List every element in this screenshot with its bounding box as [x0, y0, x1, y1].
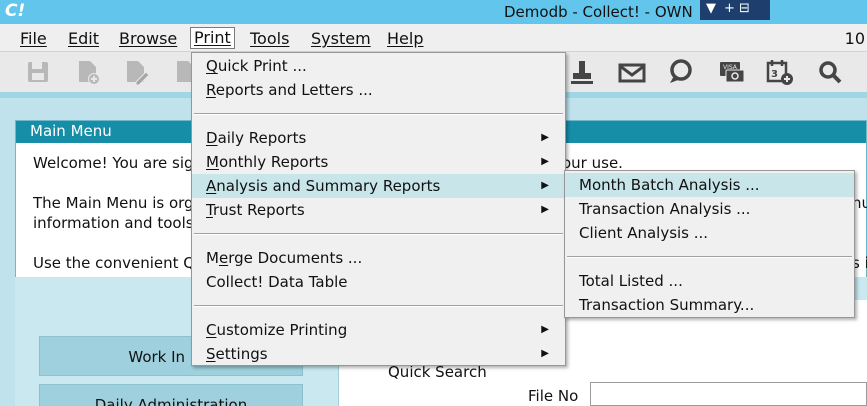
mnemonic: e [218, 249, 229, 267]
submenu-client-analysis[interactable]: Client Analysis ... [565, 221, 854, 245]
title-bar: C! Demodb - Collect! - OWN ▼ + ⊟ [0, 0, 867, 24]
window-title: Demodb - Collect! - OWN [504, 3, 693, 21]
menu-item-label: ettings [215, 345, 268, 363]
file-no-label: File No [528, 387, 579, 405]
menu-browse[interactable]: Browse [119, 29, 177, 48]
menu-separator [194, 233, 563, 235]
restore-icon[interactable]: + ⊟ [724, 1, 750, 16]
file-no-input[interactable] [590, 382, 867, 406]
mnemonic: D [206, 129, 218, 147]
print-stamp-icon[interactable] [568, 58, 596, 86]
menu-separator [194, 113, 563, 115]
search-icon[interactable] [816, 58, 844, 86]
pin-icon[interactable]: ▼ [706, 1, 716, 16]
menu-item-label: Transaction Analysis ... [579, 200, 751, 218]
menu-item-label: Client Analysis ... [579, 224, 709, 242]
submenu-transaction-analysis[interactable]: Transaction Analysis ... [565, 197, 854, 221]
edit-document-icon[interactable] [122, 58, 150, 86]
submenu-arrow-icon: ▶ [541, 180, 549, 191]
menu-item-label: aily Reports [217, 129, 307, 147]
mnemonic: Q [206, 57, 218, 75]
submenu-arrow-icon: ▶ [541, 156, 549, 167]
new-document-icon[interactable] [74, 58, 102, 86]
organized-text: The Main Menu is orga [33, 194, 203, 212]
menu-item-label: Transaction Summary... [579, 296, 755, 314]
mnemonic: T [206, 201, 213, 219]
mnemonic: R [206, 81, 216, 99]
menu-file[interactable]: File [20, 29, 47, 48]
menu-system[interactable]: System [311, 29, 371, 48]
print-menu-daily-reports[interactable]: Daily Reports ▶ [192, 126, 565, 150]
menu-separator [567, 256, 852, 258]
daily-administration-button[interactable]: Daily Administration [39, 384, 303, 406]
info-text: information and tools. [33, 214, 199, 232]
menu-edit[interactable]: Edit [68, 29, 99, 48]
submenu-arrow-icon: ▶ [541, 204, 549, 215]
menu-item-label: Collect! Data Table [206, 273, 348, 291]
print-menu-analysis-summary[interactable]: Analysis and Summary Reports ▶ [192, 174, 565, 198]
chat-bubble-icon[interactable] [666, 58, 694, 86]
print-menu-customize-printing[interactable]: Customize Printing ▶ [192, 318, 565, 342]
menu-item-label: rust Reports [212, 201, 305, 219]
mnemonic: S [206, 345, 216, 363]
calendar-add-icon[interactable]: 3 [766, 58, 794, 86]
submenu-arrow-icon: ▶ [541, 132, 549, 143]
menu-item-label: Total Listed ... [579, 272, 683, 290]
menu-tools[interactable]: Tools [250, 29, 289, 48]
mnemonic: A [206, 177, 217, 195]
welcome-text: Welcome! You are sign [33, 154, 204, 172]
menu-item-label: eports and Letters ... [215, 81, 373, 99]
svg-text:3: 3 [771, 69, 778, 80]
print-menu-trust-reports[interactable]: Trust Reports ▶ [192, 198, 565, 222]
mnemonic: C [206, 321, 217, 339]
print-menu: Quick Print ... Reports and Letters ... … [191, 52, 566, 366]
print-menu-data-table[interactable]: Collect! Data Table [192, 270, 565, 294]
mnemonic: M [206, 153, 219, 171]
menu-help[interactable]: Help [387, 29, 423, 48]
submenu-month-batch-analysis[interactable]: Month Batch Analysis ... [565, 173, 854, 197]
analysis-submenu: Month Batch Analysis ... Transaction Ana… [564, 170, 855, 318]
save-icon[interactable] [24, 58, 52, 86]
menu-item-label: rge Documents ... [228, 249, 363, 267]
menu-print[interactable]: Print [190, 27, 235, 49]
print-menu-quick-print[interactable]: Quick Print ... [192, 54, 565, 78]
credit-card-icon[interactable]: VISA [718, 58, 746, 86]
menu-separator [194, 305, 563, 307]
app-logo: C! [5, 1, 26, 21]
print-menu-reports-letters[interactable]: Reports and Letters ... [192, 78, 565, 102]
envelope-icon[interactable] [618, 58, 646, 86]
menu-item-label: onthly Reports [218, 153, 329, 171]
menu-bar: File Edit Browse Print Tools System Help… [0, 24, 867, 52]
menubar-right-text: 10 [844, 29, 865, 48]
menu-item-label: nalysis and Summary Reports [216, 177, 441, 195]
title-controls: ▼ + ⊟ [700, 0, 770, 20]
menu-item-label: uick Print ... [217, 57, 307, 75]
print-menu-merge-documents[interactable]: Merge Documents ... [192, 246, 565, 270]
print-menu-monthly-reports[interactable]: Monthly Reports ▶ [192, 150, 565, 174]
menu-item-label: Month Batch Analysis ... [579, 176, 760, 194]
menu-item-label: M [206, 249, 219, 267]
menu-item-label: ustomize Printing [216, 321, 348, 339]
convenient-text: Use the convenient Qu [33, 254, 205, 272]
submenu-transaction-summary[interactable]: Transaction Summary... [565, 293, 854, 317]
submenu-arrow-icon: ▶ [541, 348, 549, 359]
submenu-total-listed[interactable]: Total Listed ... [565, 269, 854, 293]
print-menu-settings[interactable]: Settings ▶ [192, 342, 565, 366]
submenu-arrow-icon: ▶ [541, 324, 549, 335]
